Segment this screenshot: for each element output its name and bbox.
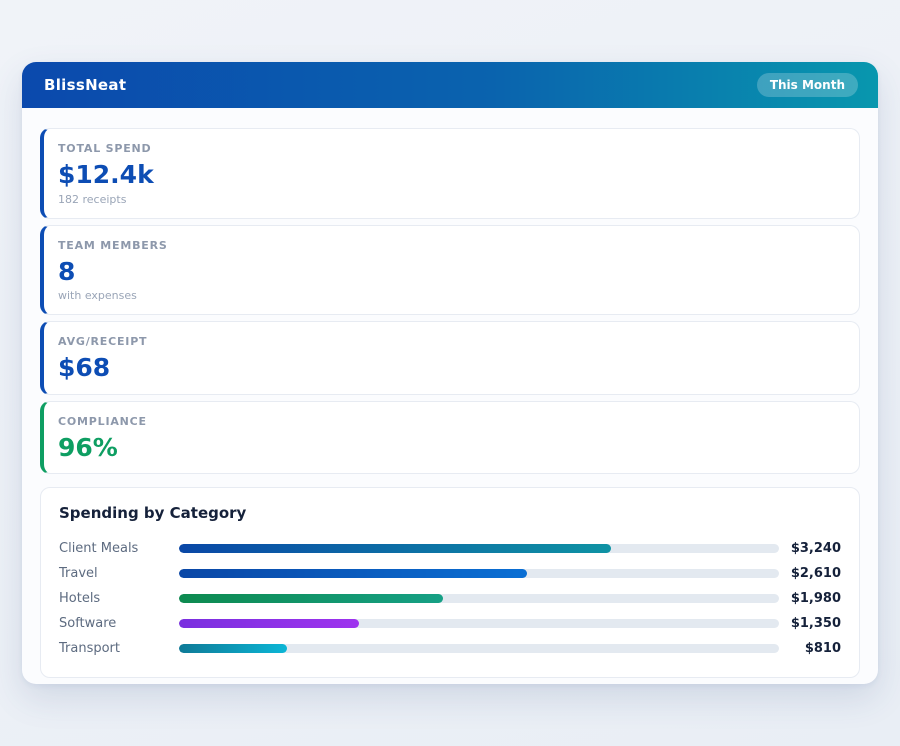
bar-fill (179, 544, 611, 553)
stat-value: 96% (58, 432, 118, 462)
stat-label: COMPLIANCE (58, 414, 147, 428)
bar-row-client-meals: Client Meals $3,240 (59, 536, 841, 561)
bar-value-label: $1,350 (790, 616, 841, 631)
bar-chart: Client Meals $3,240 Travel $2,610 Hotels $1,9… (59, 536, 841, 661)
stat-value: $68 (58, 353, 111, 382)
dashboard-card: BlissNeat This Month TOTAL SPEND $12.4k 18… (22, 62, 878, 684)
stat-label: AVG/RECEIPT (58, 335, 148, 348)
bar-track (179, 619, 779, 628)
bar-row-travel: Travel $2,610 (59, 561, 841, 586)
stat-subtext: 182 receipts (58, 192, 127, 206)
stat-card-total-spend: TOTAL SPEND $12.4k 182 receipts (40, 128, 860, 219)
stat-value: $12.4k (58, 160, 154, 189)
bar-value-label: $810 (804, 641, 841, 656)
bar-category-label: Client Meals (59, 541, 139, 556)
stat-label: TOTAL SPEND (58, 142, 152, 155)
bar-value-label: $2,610 (790, 566, 841, 581)
bar-track (179, 569, 779, 578)
bar-category-label: Hotels (59, 591, 101, 606)
chart-title: Spending by Category (59, 504, 247, 522)
bar-value-label: $3,240 (790, 541, 841, 556)
dashboard-content: TOTAL SPEND $12.4k 182 receipts TEAM MEMBER… (22, 108, 878, 684)
bar-category-label: Transport (59, 641, 121, 656)
bar-fill (179, 619, 359, 628)
stat-card-compliance: COMPLIANCE 96% (40, 400, 860, 474)
stat-card-avg-receipt: AVG/RECEIPT $68 (40, 321, 860, 395)
period-badge[interactable]: This Month (756, 73, 858, 97)
bar-value-label: $1,980 (790, 591, 841, 606)
app-header: BlissNeat This Month (22, 62, 878, 108)
bar-track (179, 594, 779, 603)
bar-category-label: Travel (59, 566, 98, 581)
bar-fill (179, 569, 527, 578)
stats-list: TOTAL SPEND $12.4k 182 receipts TEAM MEMBER… (40, 128, 860, 474)
stat-card-team-members: TEAM MEMBERS 8 with expenses (40, 224, 860, 315)
stat-label: TEAM MEMBERS (58, 238, 168, 252)
bar-track (179, 544, 779, 553)
bar-track (179, 644, 779, 653)
spending-chart-card: Spending by Category Client Meals $3,240 T… (40, 487, 860, 678)
app-title: BlissNeat (44, 76, 127, 94)
bar-row-transport: Transport $810 (59, 636, 841, 661)
bar-fill (179, 594, 443, 603)
bar-row-software: Software $1,350 (59, 611, 841, 636)
stat-value: 8 (58, 256, 76, 286)
bar-fill (179, 644, 287, 653)
stat-subtext: with expenses (58, 289, 137, 302)
bar-category-label: Software (59, 616, 117, 631)
bar-row-hotels: Hotels $1,980 (59, 586, 841, 611)
